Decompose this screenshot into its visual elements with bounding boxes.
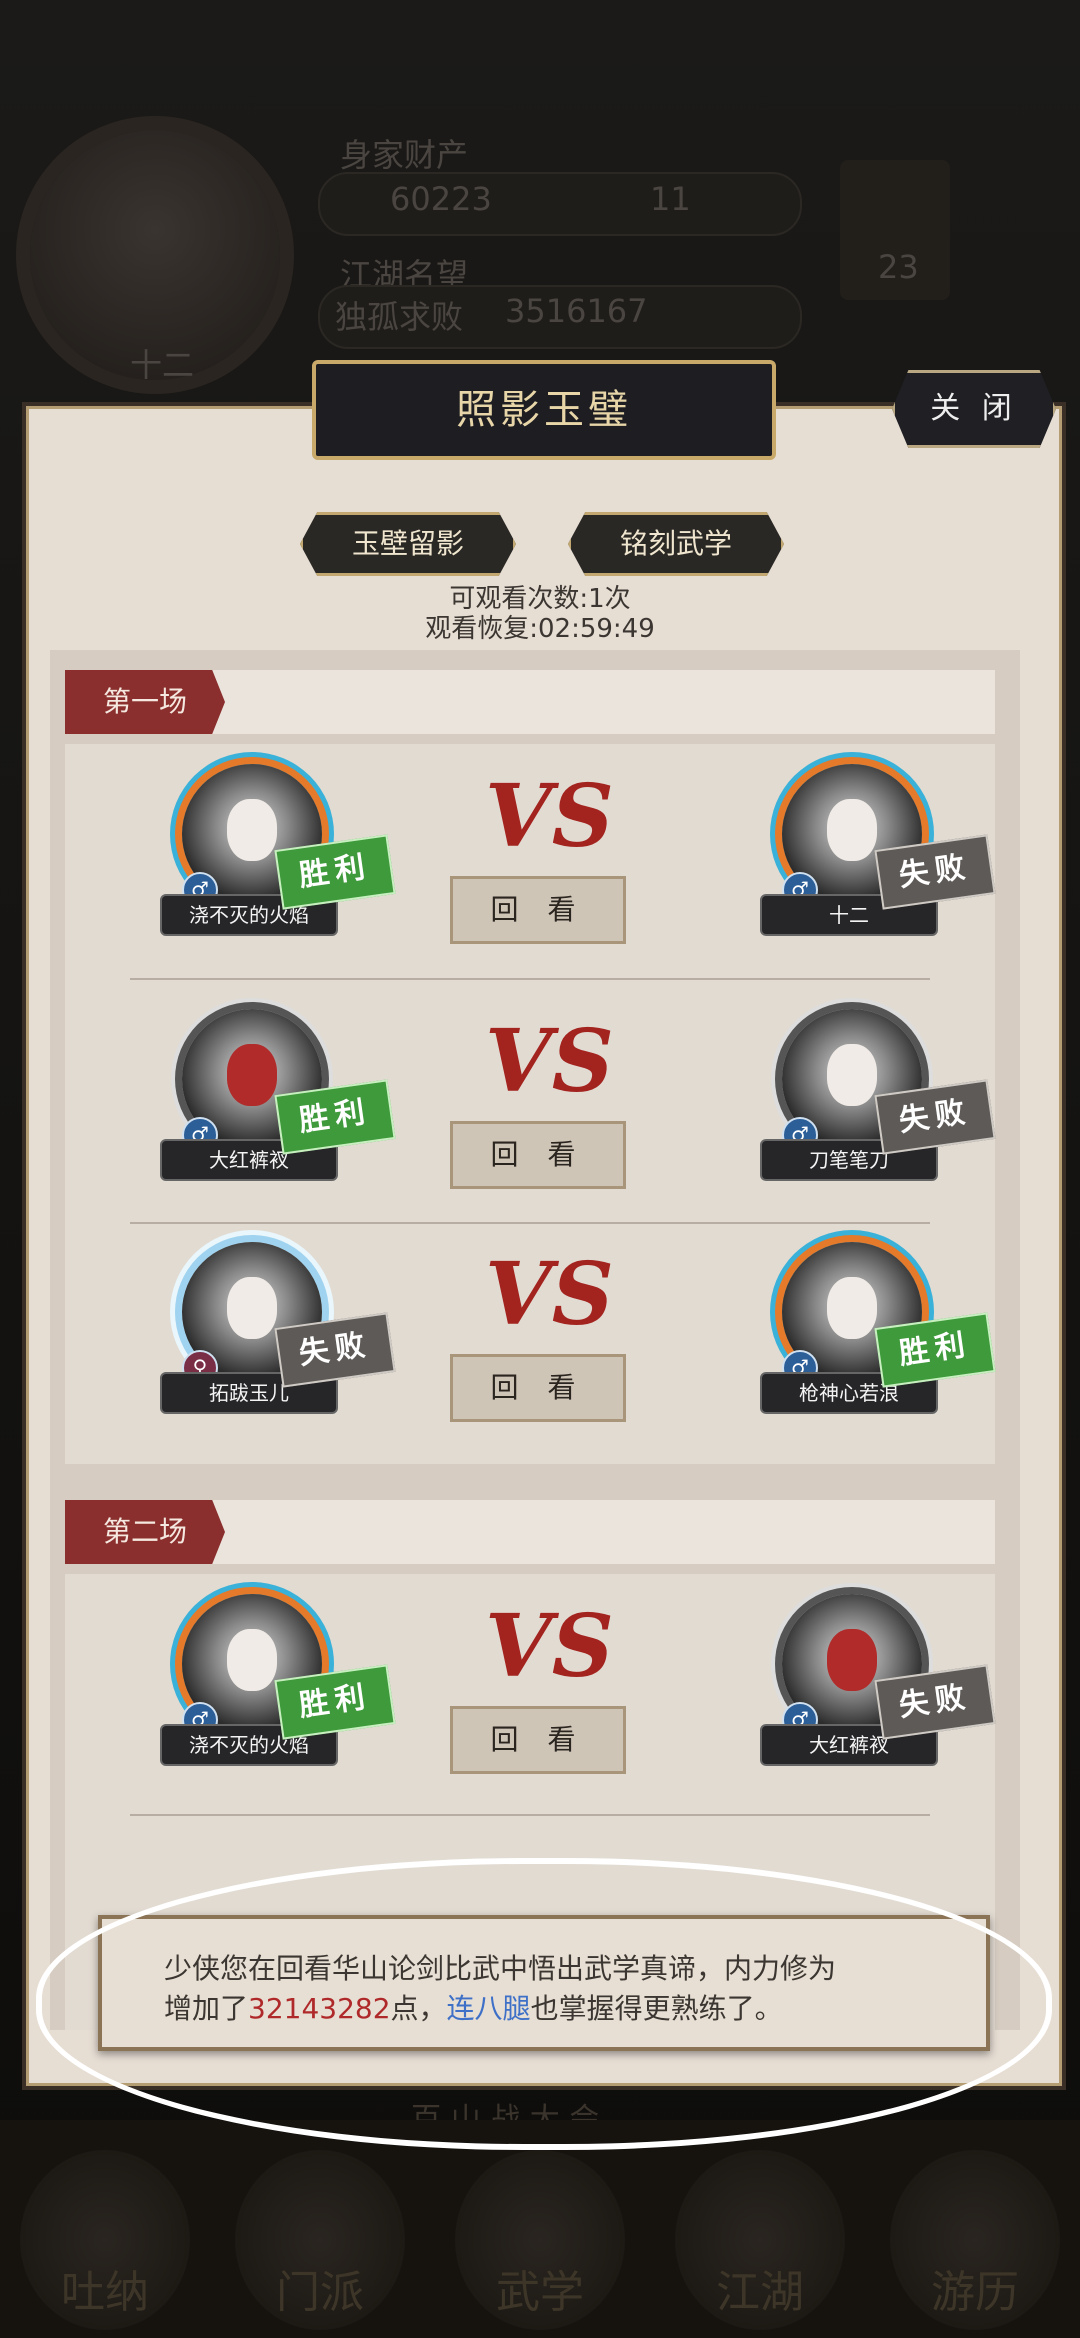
nav-tab-tuna[interactable]: 吐纳 (20, 2150, 190, 2330)
recovery-timer: 观看恢复:02:59:49 (425, 614, 655, 644)
wealth-label: 身家财产 (340, 136, 469, 174)
duel-row: ♀ 拓跋玉儿 失败 VS 回 看 ♂ 枪神心若浪 胜利 (65, 1222, 996, 1452)
match-header: 第二场 (65, 1500, 995, 1564)
vs-icon: VS (485, 766, 614, 867)
nav-tab-label: 江湖 (716, 2267, 804, 2318)
nav-tab-jianghu[interactable]: 江湖 (675, 2150, 845, 2330)
fighter-left[interactable]: ♂ 浇不灭的火焰 胜利 (160, 1594, 396, 1784)
replay-button[interactable]: 回 看 (450, 1121, 626, 1189)
player-name: 十二 (130, 346, 195, 384)
fighter-left[interactable]: ♂ 大红裤衩 胜利 (160, 1009, 396, 1199)
nav-tab-label: 游历 (931, 2267, 1019, 2318)
replay-button[interactable]: 回 看 (450, 1706, 626, 1774)
vs-icon: VS (485, 1011, 614, 1112)
duel-row: ♂ 大红裤衩 胜利 VS 回 看 ♂ 刀笔笔刀 失败 (65, 989, 996, 1219)
title-text: 独孤求败 (335, 298, 464, 336)
match-header: 第一场 (65, 670, 995, 734)
fighter-right[interactable]: ♂ 刀笔笔刀 失败 (760, 1009, 996, 1199)
fighter-right[interactable]: ♂ 十二 失败 (760, 764, 996, 954)
replay-button[interactable]: 回 看 (450, 876, 626, 944)
panel-title: 照影玉璧 (312, 360, 776, 460)
replay-button[interactable]: 回 看 (450, 1354, 626, 1422)
close-button[interactable]: 关 闭 (892, 370, 1056, 448)
row-divider (130, 1814, 930, 1816)
prestige-value: 3516167 (505, 292, 648, 330)
vs-icon: VS (485, 1596, 614, 1697)
duel-row: ♂ 浇不灭的火焰 胜利 VS 回 看 ♂ 大红裤衩 失败 (65, 1574, 996, 1804)
vs-icon: VS (485, 1244, 614, 1345)
tab-jade-wall-shadow[interactable]: 玉壁留影 (300, 512, 516, 576)
nav-tab-label: 武学 (496, 2267, 584, 2318)
annotation-circle (36, 1858, 1052, 2150)
fighter-right[interactable]: ♂ 大红裤衩 失败 (760, 1594, 996, 1784)
fighter-left[interactable]: ♂ 浇不灭的火焰 胜利 (160, 764, 396, 954)
match-label: 第一场 (65, 670, 225, 734)
nav-tab-label: 门派 (276, 2267, 364, 2318)
fighter-left[interactable]: ♀ 拓跋玉儿 失败 (160, 1242, 396, 1432)
nav-tab-wuxue[interactable]: 武学 (455, 2150, 625, 2330)
match-list[interactable]: 第一场 ♂ 浇不灭的火焰 胜利 VS 回 看 ♂ 十二 失败 ♂ 大红裤衩 胜利… (50, 650, 1020, 2030)
jade-value: 11 (650, 180, 691, 218)
nav-tab-menpai[interactable]: 门派 (235, 2150, 405, 2330)
gold-value: 60223 (390, 180, 492, 218)
fighter-right[interactable]: ♂ 枪神心若浪 胜利 (760, 1242, 996, 1432)
badge-value: 23 (878, 248, 919, 286)
match-label: 第二场 (65, 1500, 225, 1564)
nav-tab-youli[interactable]: 游历 (890, 2150, 1060, 2330)
match-body: ♂ 浇不灭的火焰 胜利 VS 回 看 ♂ 十二 失败 ♂ 大红裤衩 胜利 VS … (65, 744, 996, 1464)
row-divider (130, 978, 930, 980)
duel-row: ♂ 浇不灭的火焰 胜利 VS 回 看 ♂ 十二 失败 (65, 744, 996, 974)
tab-engrave-martial-arts[interactable]: 铭刻武学 (568, 512, 784, 576)
nav-tab-label: 吐纳 (61, 2267, 149, 2318)
